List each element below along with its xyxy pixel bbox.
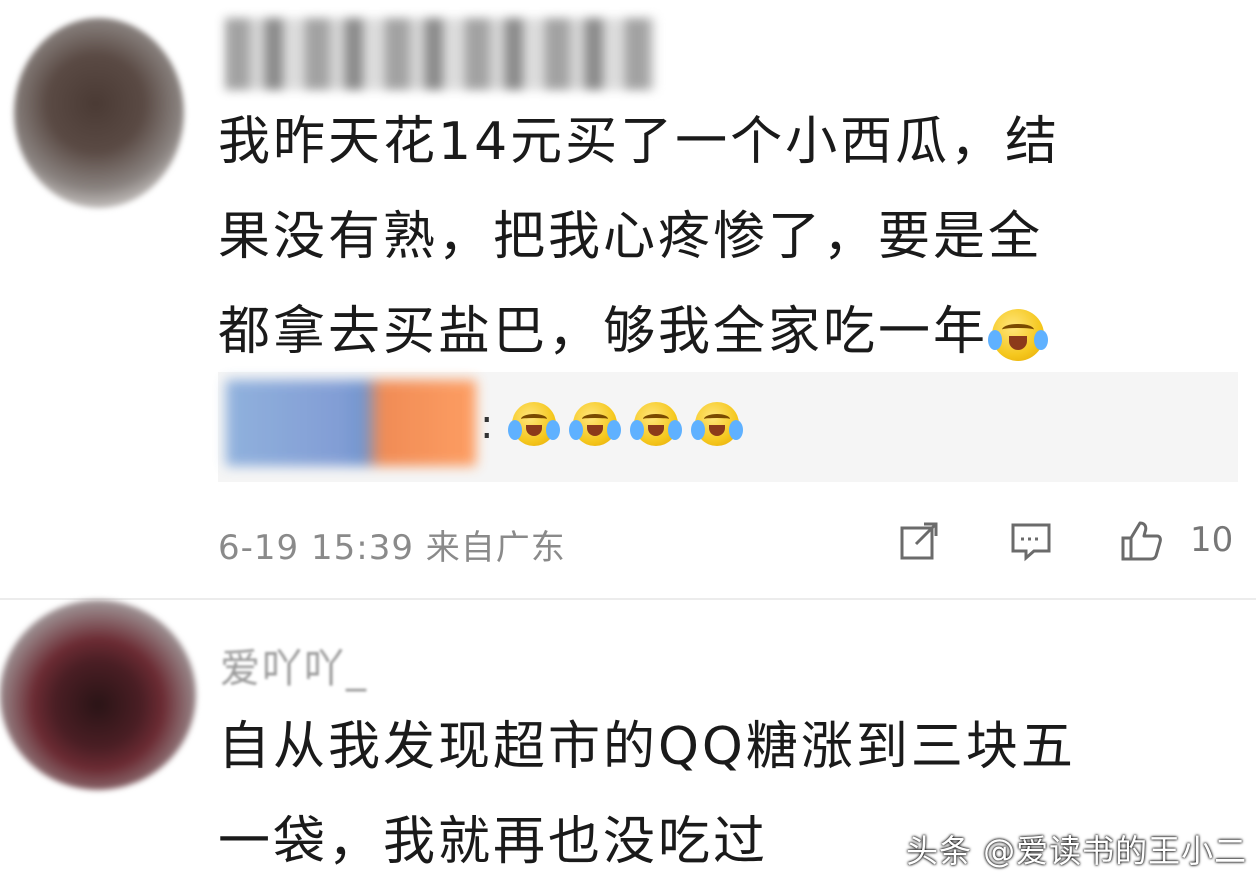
comment-line: 都拿去买盐巴，够我全家吃一年 bbox=[218, 285, 1218, 380]
blurred-username-1[interactable] bbox=[225, 18, 655, 90]
username-2[interactable]: 爱吖吖_ bbox=[220, 636, 368, 694]
comment-line: 我昨天花14元买了一个小西瓜，结 bbox=[218, 112, 1061, 172]
laughing-crying-emoji-icon bbox=[508, 402, 560, 446]
blurred-reply-username[interactable] bbox=[226, 380, 476, 466]
share-icon[interactable] bbox=[898, 520, 940, 562]
laughing-crying-emoji-icon bbox=[988, 309, 1049, 361]
thumbs-up-icon[interactable] bbox=[1120, 520, 1162, 562]
comment-line-text: 都拿去买盐巴，够我全家吃一年 bbox=[218, 302, 989, 362]
user-avatar-2[interactable] bbox=[0, 600, 196, 790]
like-count: 10 bbox=[1190, 520, 1234, 560]
user-avatar-1[interactable] bbox=[14, 18, 184, 208]
comment-icon[interactable] bbox=[1010, 520, 1052, 562]
watermark: 头条 @爱读书的王小二 bbox=[906, 832, 1248, 870]
reply-emoji-row bbox=[508, 402, 747, 446]
comment-line: 自从我发现超市的QQ糖涨到三块五 bbox=[218, 717, 1076, 777]
comment-meta-1: 6-19 15:39 来自广东 bbox=[218, 528, 566, 568]
comment-line: 果没有熟，把我心疼惨了，要是全 bbox=[218, 207, 1044, 267]
comment-text-1: 我昨天花14元买了一个小西瓜，结 果没有熟，把我心疼惨了，要是全 都拿去买盐巴，… bbox=[218, 95, 1218, 380]
reply-colon: : bbox=[480, 402, 494, 448]
comment-divider bbox=[0, 598, 1256, 600]
laughing-crying-emoji-icon bbox=[569, 402, 622, 446]
reply-preview-box[interactable]: : bbox=[218, 372, 1238, 482]
laughing-crying-emoji-icon bbox=[630, 402, 683, 446]
laughing-crying-emoji-icon bbox=[691, 402, 744, 446]
